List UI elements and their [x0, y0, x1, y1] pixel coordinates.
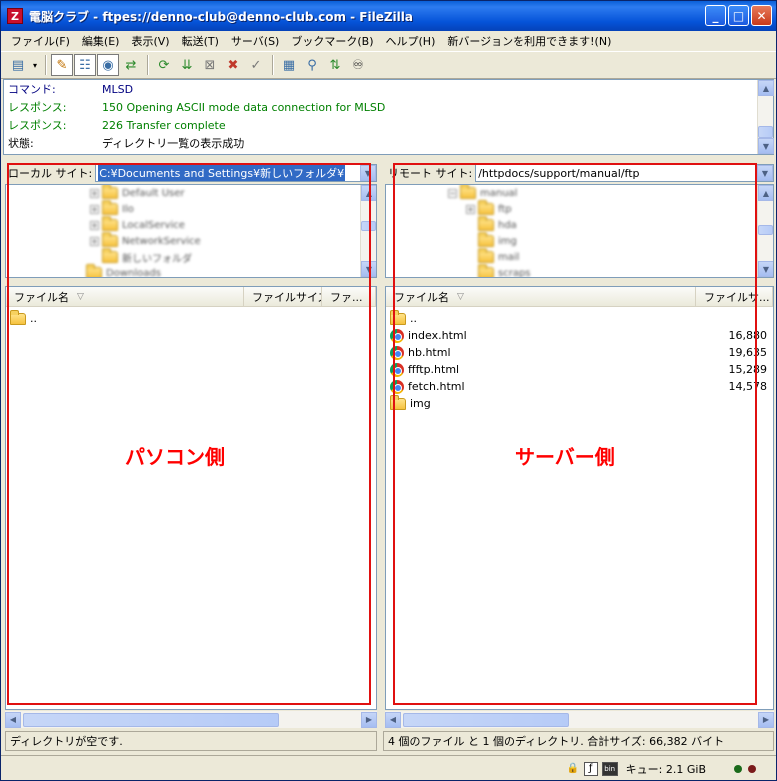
log-row: コマンド: MLSD: [4, 80, 773, 98]
scroll-thumb[interactable]: [23, 712, 279, 727]
menu-bar: ファイル(F) 編集(E) 表示(V) 転送(T) サーバ(S) ブックマーク(…: [1, 31, 776, 51]
scroll-left-button[interactable]: ◀: [5, 711, 21, 728]
menu-bookmarks[interactable]: ブックマーク(B): [285, 33, 379, 49]
reconnect-icon: ✓: [250, 57, 262, 73]
recv-indicator-icon: [734, 764, 742, 773]
window-title: 電脳クラブ - ftpes://denno-club@denno-club.co…: [29, 9, 413, 24]
directory-listing-filter-button[interactable]: ▦: [278, 54, 300, 76]
toggle-remote-tree-button[interactable]: ◉: [97, 54, 119, 76]
cancel-operation-button[interactable]: ⊠: [199, 54, 221, 76]
site-manager-dropdown[interactable]: ▾: [30, 54, 40, 76]
site-manager-button[interactable]: ▤: [7, 54, 29, 76]
scroll-right-button[interactable]: ▶: [758, 711, 774, 728]
remote-tree-scrollbar[interactable]: ▲ ▼: [757, 185, 773, 277]
log-row: 状態: ディレクトリ一覧の表示成功: [4, 134, 773, 152]
log-text: MLSD: [102, 82, 134, 96]
log-scrollbar[interactable]: ▲ ▼: [757, 80, 774, 154]
close-icon: ✕: [756, 8, 767, 23]
directory-compare-button[interactable]: ⇅: [324, 54, 346, 76]
filter-icon: ▦: [282, 57, 296, 73]
scroll-up-button[interactable]: ▲: [758, 185, 773, 201]
scroll-thumb[interactable]: [403, 712, 569, 727]
message-log: コマンド: MLSD レスポンス: 150 Opening ASCII mode…: [3, 79, 774, 155]
bottom-status-bar: 🔒 ƒ bin キュー: 2.1 GiB: [1, 755, 776, 781]
close-button[interactable]: ✕: [751, 5, 772, 26]
log-text: 226 Transfer complete: [102, 118, 226, 132]
log-row: レスポンス: 226 Transfer complete: [4, 116, 773, 134]
log-label: コマンド:: [8, 83, 56, 96]
remote-tree-icon: ◉: [102, 57, 114, 73]
remote-highlight-box: [393, 163, 757, 705]
site-manager-icon: ▤: [11, 57, 25, 73]
log-label: レスポンス:: [8, 119, 67, 132]
maximize-icon: □: [732, 8, 745, 23]
menu-new-version[interactable]: 新バージョンを利用できます!(N): [441, 33, 617, 49]
menu-server[interactable]: サーバ(S): [225, 33, 285, 49]
remote-annotation-label: サーバー側: [515, 445, 615, 469]
menu-help[interactable]: ヘルプ(H): [380, 33, 442, 49]
toggle-log-button[interactable]: ✎: [51, 54, 73, 76]
log-row: レスポンス: 150 Opening ASCII mode data conne…: [4, 98, 773, 116]
remote-path-dropdown[interactable]: ▼: [757, 165, 773, 181]
filezilla-app-icon: Z: [7, 8, 23, 24]
log-text: ディレクトリ一覧の表示成功: [102, 137, 245, 150]
lock-icon[interactable]: 🔒: [566, 762, 580, 776]
search-button[interactable]: ♾: [347, 54, 369, 76]
chevron-down-icon: ▼: [761, 168, 769, 178]
refresh-button[interactable]: ⟳: [153, 54, 175, 76]
local-status: ディレクトリが空です.: [5, 731, 377, 751]
toolbar-separator: [45, 55, 47, 75]
disconnect-button[interactable]: ✖: [222, 54, 244, 76]
scroll-down-button[interactable]: ▼: [758, 138, 774, 154]
sync-browsing-icon: ⚲: [307, 57, 317, 73]
menu-transfer[interactable]: 転送(T): [176, 33, 225, 49]
scroll-down-button[interactable]: ▼: [758, 261, 773, 277]
scroll-thumb[interactable]: [758, 225, 773, 235]
menu-file[interactable]: ファイル(F): [5, 33, 76, 49]
remote-hscrollbar[interactable]: ◀ ▶: [385, 711, 774, 728]
send-indicator-icon: [748, 764, 756, 773]
process-queue-button[interactable]: ⇊: [176, 54, 198, 76]
toggle-local-tree-button[interactable]: ☷: [74, 54, 96, 76]
toolbar-separator: [272, 55, 274, 75]
compare-icon: ⇅: [329, 57, 341, 73]
refresh-icon: ⟳: [158, 57, 170, 73]
scroll-thumb[interactable]: [758, 126, 773, 138]
local-hscrollbar[interactable]: ◀ ▶: [5, 711, 377, 728]
minimize-icon: _: [712, 8, 719, 23]
log-label: レスポンス:: [8, 101, 67, 114]
menu-edit[interactable]: 編集(E): [76, 33, 126, 49]
toolbar: ▤ ▾ ✎ ☷ ◉ ⇄ ⟳ ⇊ ⊠ ✖ ✓ ▦ ⚲ ⇅ ♾: [1, 51, 776, 79]
transfer-queue-icon: ⇄: [125, 57, 137, 73]
process-queue-icon: ⇊: [181, 57, 193, 73]
toggle-queue-button[interactable]: ⇄: [120, 54, 142, 76]
menu-view[interactable]: 表示(V): [125, 33, 175, 49]
log-label: 状態:: [8, 137, 34, 150]
local-tree-icon: ☷: [79, 57, 91, 73]
disconnect-icon: ✖: [227, 57, 239, 73]
speed-limit-icon[interactable]: bin: [601, 761, 618, 776]
queue-size: キュー: 2.1 GiB: [625, 762, 706, 776]
local-highlight-box: [7, 163, 371, 705]
scroll-left-button[interactable]: ◀: [385, 711, 401, 728]
log-text: 150 Opening ASCII mode data connection f…: [102, 100, 386, 114]
scroll-up-button[interactable]: ▲: [758, 80, 774, 96]
sync-browsing-button[interactable]: ⚲: [301, 54, 323, 76]
minimize-button[interactable]: _: [705, 5, 726, 26]
remote-status: 4 個のファイル と 1 個のディレクトリ. 合計サイズ: 66,382 バイト: [383, 731, 774, 751]
maximize-button[interactable]: □: [728, 5, 749, 26]
chevron-down-icon: ▾: [32, 60, 37, 70]
binoculars-icon: ♾: [352, 57, 364, 73]
reconnect-button[interactable]: ✓: [245, 54, 267, 76]
cancel-icon: ⊠: [204, 57, 216, 73]
filezilla-window: Z 電脳クラブ - ftpes://denno-club@denno-club.…: [0, 0, 777, 781]
title-bar[interactable]: Z 電脳クラブ - ftpes://denno-club@denno-club.…: [1, 1, 776, 31]
toolbar-separator: [147, 55, 149, 75]
message-log-icon: ✎: [56, 57, 68, 73]
scroll-right-button[interactable]: ▶: [361, 711, 377, 728]
local-annotation-label: パソコン側: [125, 445, 225, 469]
filter-status-icon[interactable]: ƒ: [583, 761, 598, 776]
